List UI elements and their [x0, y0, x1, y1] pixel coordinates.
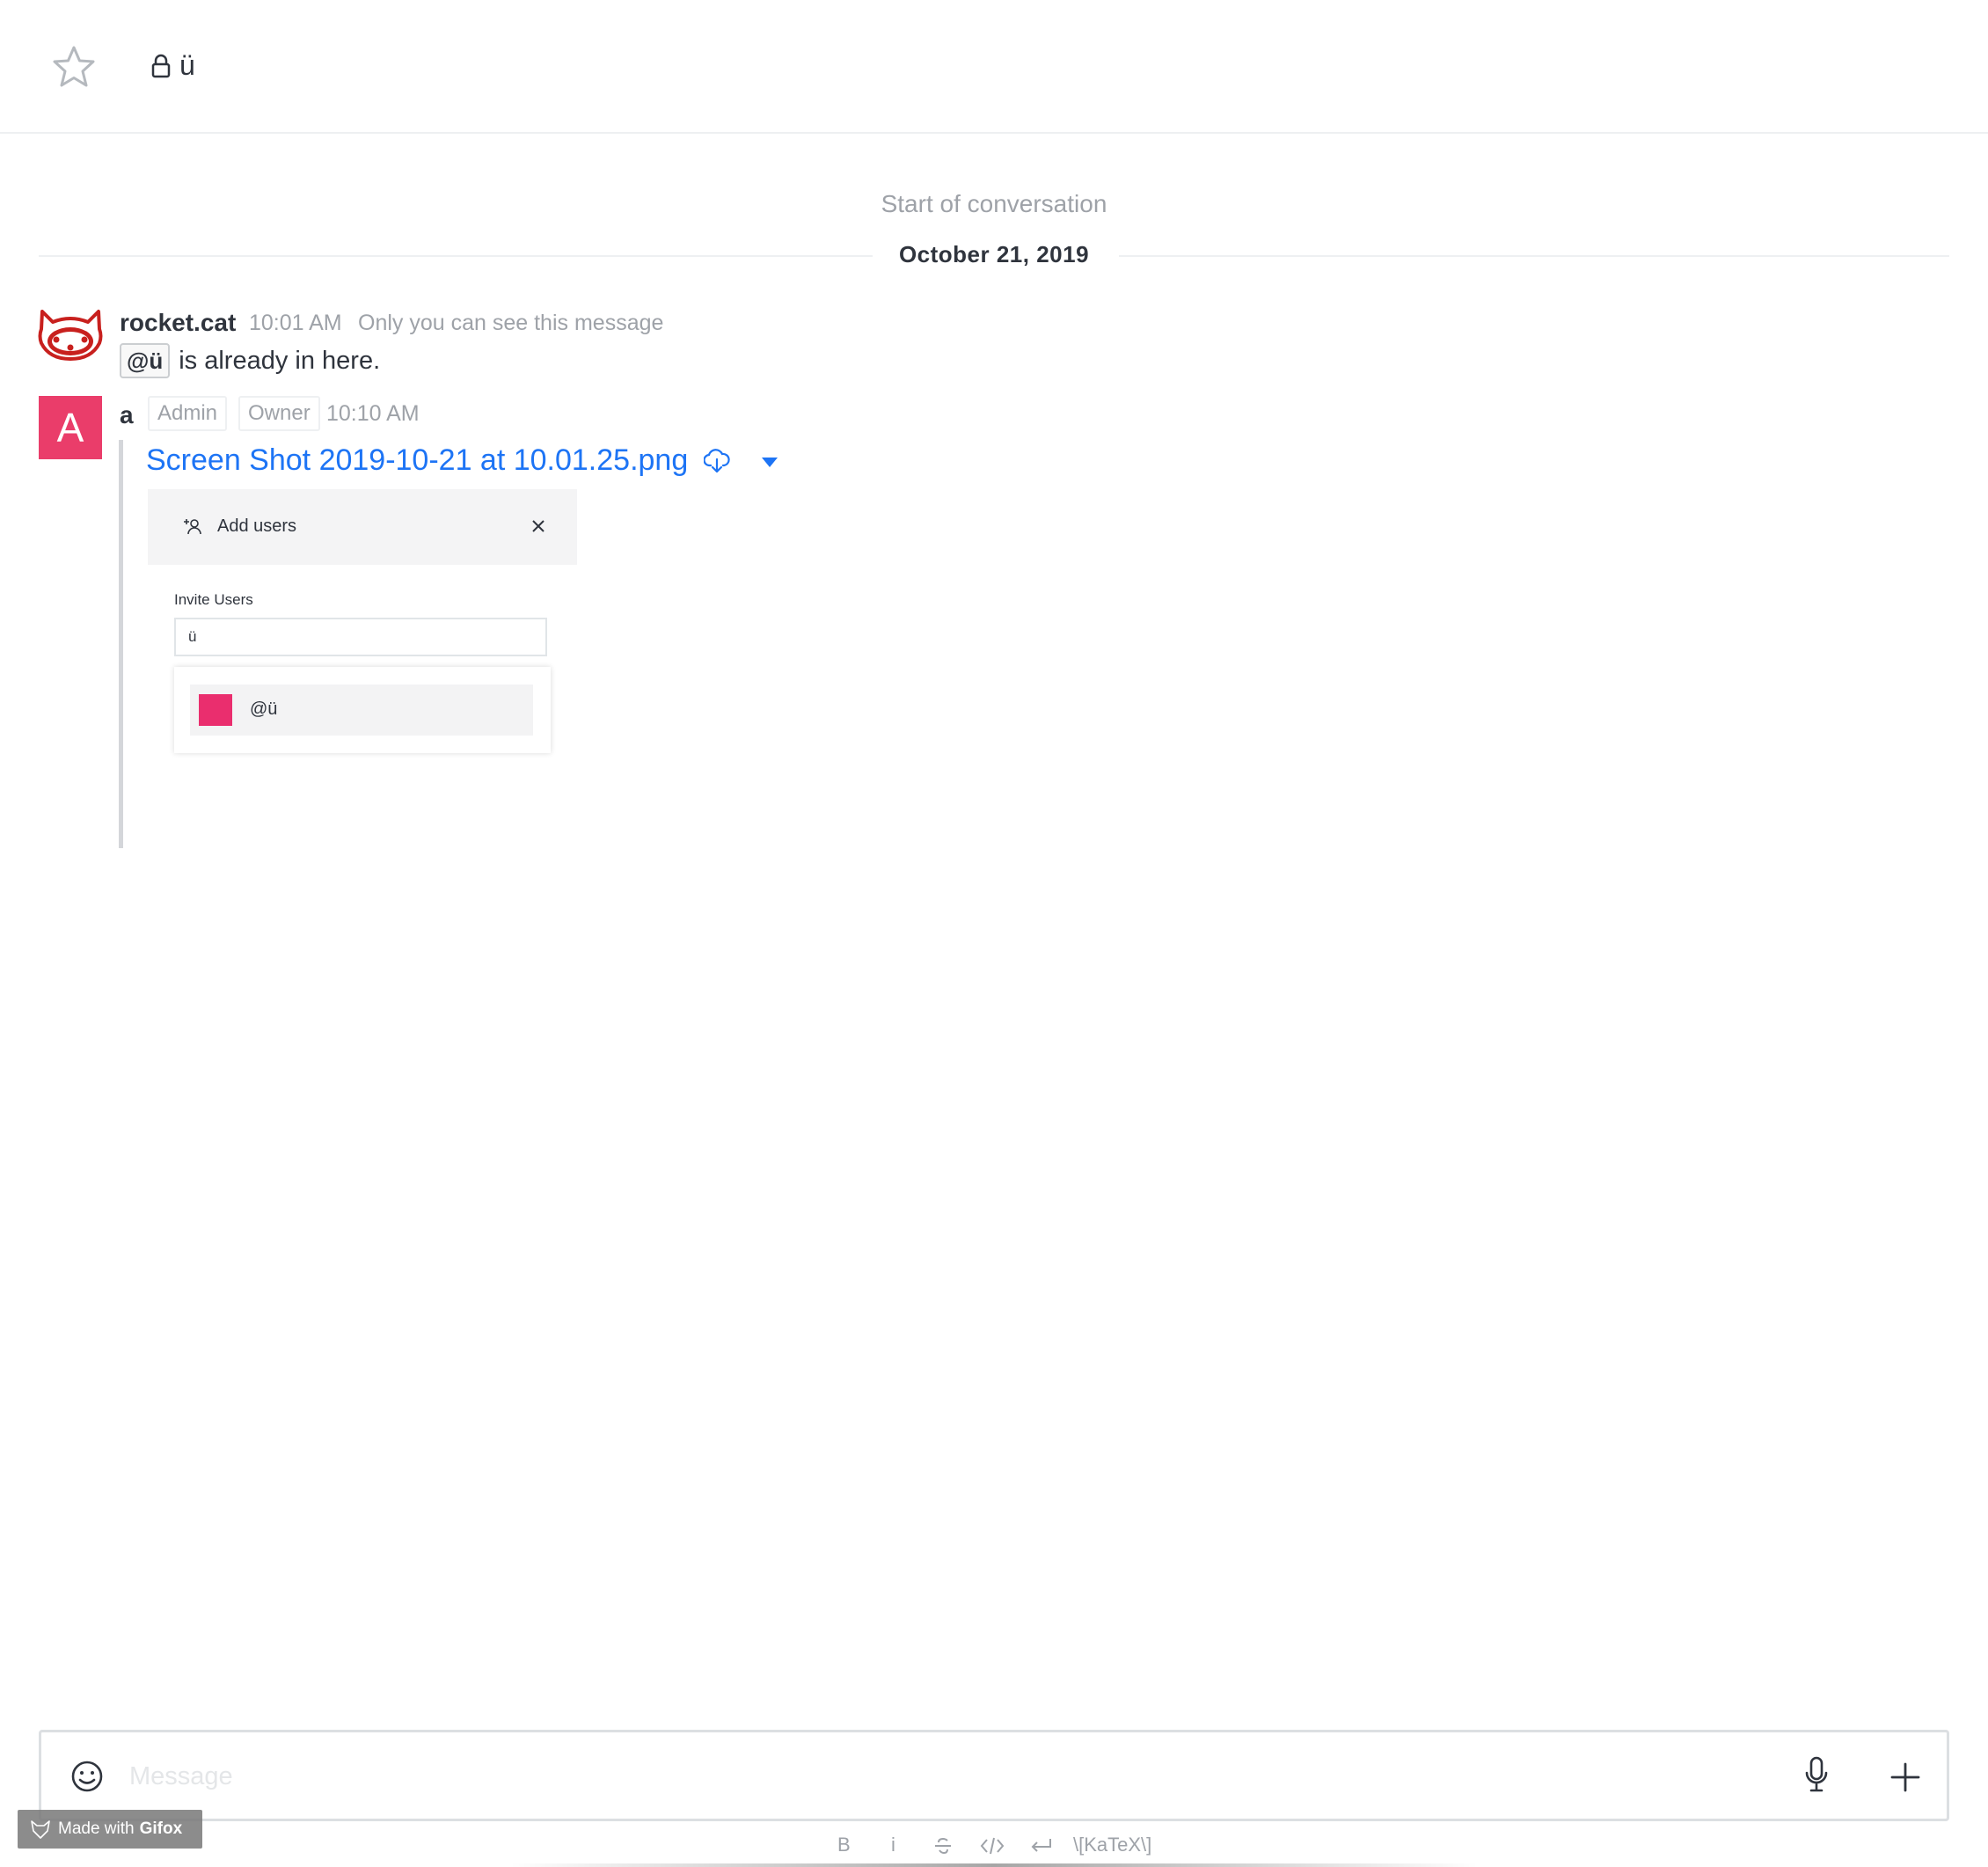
- preview-field-label: Invite Users: [174, 591, 253, 608]
- user-mention[interactable]: @ü: [120, 343, 171, 378]
- fox-icon: [31, 1820, 50, 1839]
- role-badge-admin: Admin: [148, 396, 228, 431]
- star-icon[interactable]: [51, 44, 97, 90]
- preview-suggestion-popup: @ü: [174, 667, 551, 753]
- room-title[interactable]: ü: [151, 49, 195, 82]
- message-input[interactable]: [129, 1757, 1801, 1796]
- collapse-caret-icon[interactable]: [762, 458, 778, 468]
- close-icon: [532, 520, 545, 532]
- room-name: ü: [179, 49, 195, 81]
- room-header: ü: [0, 0, 1988, 134]
- composer-shadow: [510, 1863, 1478, 1867]
- date-label: October 21, 2019: [898, 241, 1090, 267]
- start-of-conversation: Start of conversation: [881, 190, 1107, 217]
- user-avatar[interactable]: A: [39, 396, 102, 459]
- plus-icon[interactable]: [1890, 1762, 1920, 1792]
- attachment-image-preview[interactable]: Add users Invite Users ü @ü: [148, 489, 577, 841]
- role-badge-owner: Owner: [238, 396, 320, 431]
- code-icon[interactable]: [980, 1835, 1005, 1856]
- private-message-note: Only you can see this message: [358, 311, 664, 335]
- message-text: is already in here.: [179, 346, 381, 375]
- preview-suggestion-label: @ü: [250, 699, 278, 719]
- message-composer: [39, 1730, 1949, 1821]
- strikethrough-icon[interactable]: [932, 1835, 954, 1856]
- format-italic-button[interactable]: i: [891, 1834, 895, 1856]
- gifox-watermark: Made with Gifox: [18, 1810, 202, 1849]
- attachment-file-link[interactable]: Screen Shot 2019-10-21 at 10.01.25.png: [146, 443, 688, 478]
- preview-header: Add users: [148, 489, 577, 565]
- message-body: @ü is already in here.: [120, 343, 380, 378]
- preview-suggestion-avatar: [199, 694, 232, 726]
- microphone-icon[interactable]: [1802, 1755, 1831, 1794]
- message-username[interactable]: rocket.cat: [120, 309, 236, 337]
- preview-suggestion-item: @ü: [190, 685, 533, 736]
- format-bold-button[interactable]: B: [837, 1834, 851, 1856]
- watermark-brand: Gifox: [139, 1819, 183, 1838]
- message-timestamp: 10:10 AM: [326, 401, 420, 426]
- multiline-code-icon[interactable]: [1029, 1835, 1054, 1856]
- attachment-quote-bar: [119, 440, 123, 848]
- preview-title: Add users: [217, 516, 297, 536]
- download-icon[interactable]: [704, 448, 730, 474]
- preview-input: ü: [174, 618, 547, 656]
- format-katex-button[interactable]: \[KaTeX\]: [1073, 1834, 1151, 1856]
- emoji-icon[interactable]: [69, 1759, 105, 1794]
- watermark-prefix: Made with: [58, 1819, 135, 1838]
- rocket-cat-avatar[interactable]: [37, 308, 104, 362]
- add-user-icon: [184, 519, 201, 535]
- message-timestamp: 10:01 AM: [249, 311, 342, 335]
- message-username[interactable]: a: [120, 401, 134, 429]
- lock-icon: [151, 54, 171, 77]
